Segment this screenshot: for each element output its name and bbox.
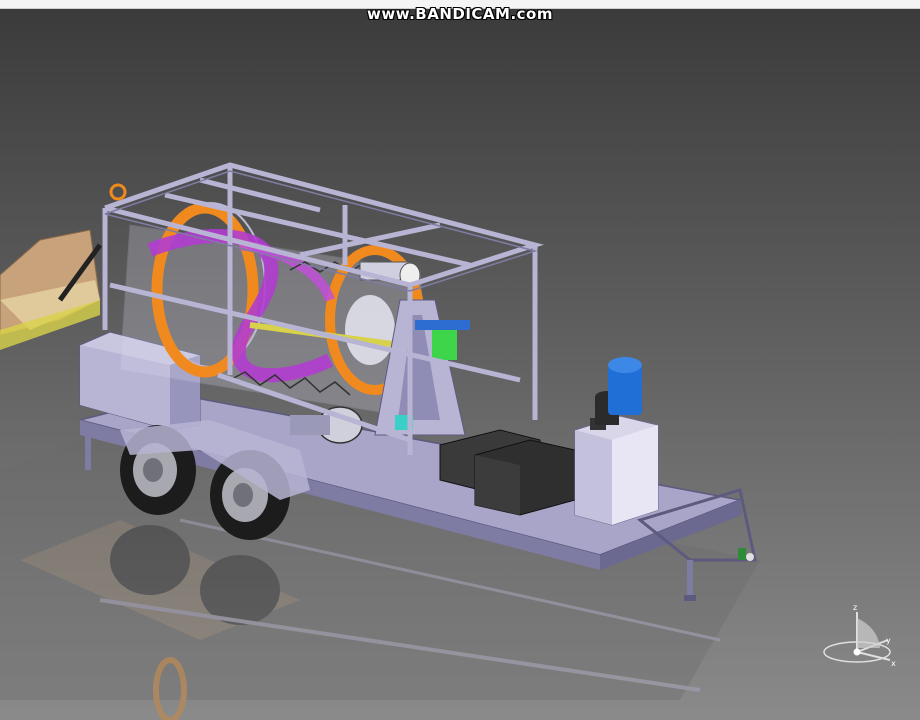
axis-triad[interactable]: z y x [823, 603, 896, 668]
green-bearing [432, 330, 457, 360]
hydraulic-tank[interactable] [574, 357, 659, 526]
axis-z-label: z [853, 603, 857, 612]
hydraulic-box-large[interactable] [474, 439, 576, 516]
trailer-3d-model[interactable]: z y x [0, 0, 920, 720]
lifting-eye-icon [109, 183, 127, 201]
axis-x-label: x [891, 659, 896, 668]
axis-y-label: y [886, 636, 891, 645]
feed-hopper[interactable] [0, 229, 103, 350]
cad-viewport[interactable]: www.BANDICAM.com z y x [0, 0, 920, 720]
